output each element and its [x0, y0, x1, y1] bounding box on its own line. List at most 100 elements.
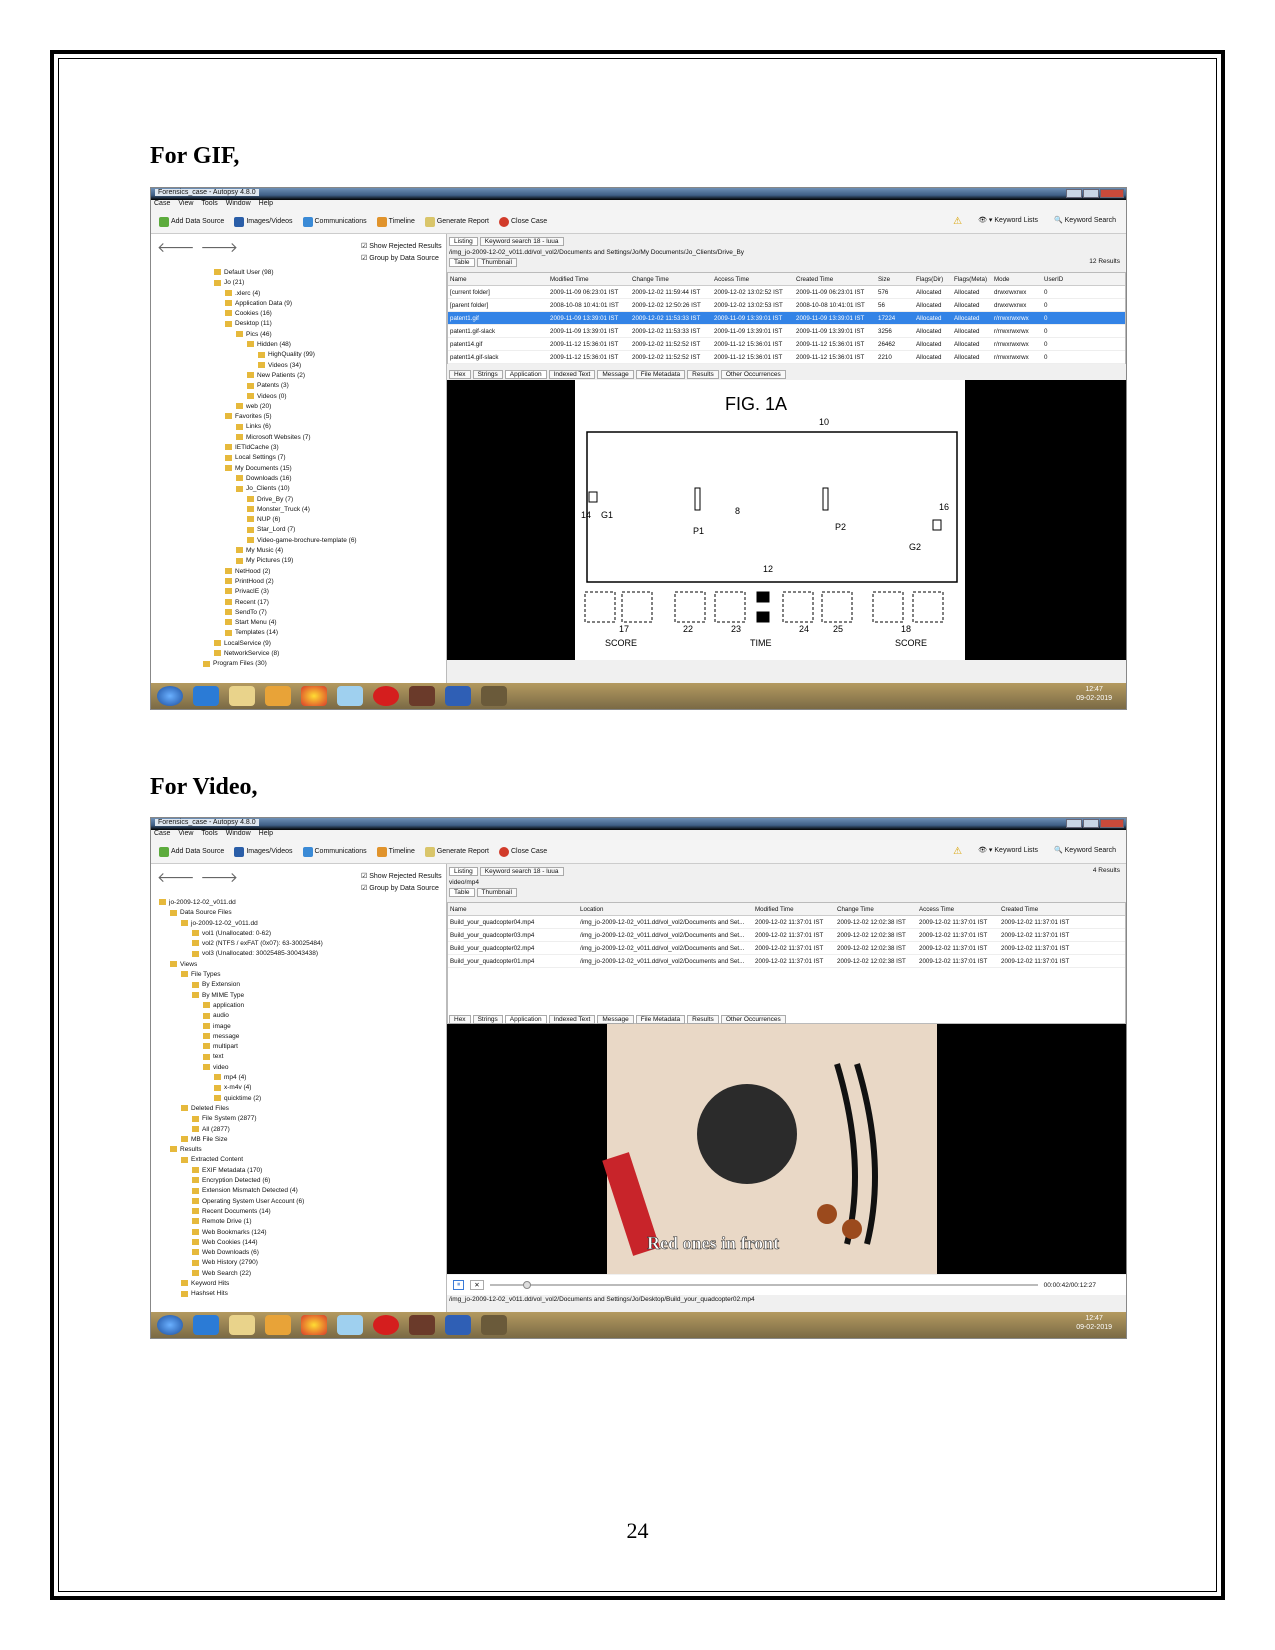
- table-row[interactable]: Build_your_quadcopter03.mp4/img_jo-2009-…: [448, 929, 1125, 942]
- app-icon[interactable]: [337, 686, 363, 706]
- close-case-button[interactable]: Close Case: [499, 216, 547, 227]
- column-header[interactable]: Size: [876, 276, 914, 283]
- tree-node[interactable]: Video-game-brochure-template (6): [151, 536, 447, 546]
- minimize-button[interactable]: [1066, 819, 1082, 828]
- tree-node[interactable]: Data Source Files: [151, 908, 447, 918]
- tree-node[interactable]: Recent (17): [151, 598, 447, 608]
- viewer-tab[interactable]: Strings: [472, 370, 503, 379]
- chrome-icon[interactable]: [301, 1315, 327, 1335]
- menu-view[interactable]: View: [178, 830, 193, 840]
- viewer-tab[interactable]: Hex: [449, 1015, 471, 1024]
- show-rejected-checkbox[interactable]: ☑ Show Rejected Results: [361, 242, 442, 250]
- tree-node[interactable]: application: [151, 1001, 447, 1011]
- close-case-button[interactable]: Close Case: [499, 846, 547, 857]
- tab-keyword-search[interactable]: Keyword search 18 - luua: [479, 237, 564, 246]
- column-header[interactable]: Mode: [992, 276, 1042, 283]
- tree-node[interactable]: audio: [151, 1011, 447, 1021]
- seek-handle[interactable]: [522, 1281, 531, 1289]
- viewer-tab[interactable]: Other Occurrences: [720, 1015, 786, 1024]
- tree-node[interactable]: Favorites (5): [151, 412, 447, 422]
- viewer-tab[interactable]: Strings: [472, 1015, 503, 1024]
- table-row[interactable]: patent1.gif 2009-11-09 13:39:01 IST 2009-1…: [448, 312, 1125, 325]
- tree-node[interactable]: vol1 (Unallocated: 0-62): [151, 929, 447, 939]
- tree-node[interactable]: My Documents (15): [151, 464, 447, 474]
- tree-node[interactable]: By MIME Type: [151, 991, 447, 1001]
- column-header[interactable]: Flags(Meta): [952, 276, 992, 283]
- pause-button[interactable]: ⏸: [453, 1280, 465, 1290]
- word-icon[interactable]: [445, 686, 471, 706]
- tree-node[interactable]: Local Settings (7): [151, 453, 447, 463]
- warning-icon[interactable]: ⚠: [953, 846, 962, 857]
- viewer-tab[interactable]: File Metadata: [635, 370, 686, 379]
- column-header[interactable]: Access Time: [917, 906, 999, 913]
- add-data-source-button[interactable]: Add Data Source: [159, 846, 224, 857]
- back-arrow-icon[interactable]: 🡐: [157, 239, 195, 256]
- maximize-button[interactable]: [1083, 819, 1099, 828]
- column-header[interactable]: UserID: [1042, 276, 1082, 283]
- tree-node[interactable]: Videos (0): [151, 392, 447, 402]
- tab-keyword-search[interactable]: Keyword search 18 - luua: [479, 867, 564, 876]
- tree-node[interactable]: Web Bookmarks (124): [151, 1228, 447, 1238]
- table-row[interactable]: patent1.gif-slack 2009-11-09 13:39:01 IST…: [448, 325, 1125, 338]
- tree-node[interactable]: web (20): [151, 402, 447, 412]
- word-icon[interactable]: [445, 1315, 471, 1335]
- menu-view[interactable]: View: [178, 200, 193, 210]
- tree-node[interactable]: Application Data (9): [151, 299, 447, 309]
- tree-node[interactable]: Keyword Hits: [151, 1279, 447, 1289]
- tree-node[interactable]: Templates (14): [151, 628, 447, 638]
- viewer-tab[interactable]: Application: [504, 370, 547, 379]
- autopsy-icon[interactable]: [481, 686, 507, 706]
- media-icon[interactable]: [265, 1315, 291, 1335]
- table-row[interactable]: patent14.gif 2009-11-12 15:36:01 IST 2009-…: [448, 338, 1125, 351]
- menu-tools[interactable]: Tools: [201, 200, 217, 210]
- tree-node[interactable]: Downloads (16): [151, 474, 447, 484]
- tab-table[interactable]: Table: [449, 888, 475, 897]
- stop-button[interactable]: ✕: [470, 1280, 484, 1290]
- forward-arrow-icon[interactable]: 🡒: [201, 869, 239, 886]
- start-button[interactable]: [157, 686, 183, 706]
- tree-node[interactable]: Monster_Truck (4): [151, 505, 447, 515]
- tree-node[interactable]: PrintHood (2): [151, 577, 447, 587]
- warning-icon[interactable]: ⚠: [953, 216, 962, 227]
- tab-thumbnail[interactable]: Thumbnail: [476, 888, 517, 897]
- spy-icon[interactable]: [409, 686, 435, 706]
- keyword-search-button[interactable]: 🔍 Keyword Search: [1054, 846, 1116, 857]
- show-rejected-checkbox[interactable]: ☑ Show Rejected Results: [361, 872, 442, 880]
- tree-node[interactable]: Extracted Content: [151, 1155, 447, 1165]
- menu-help[interactable]: Help: [259, 200, 273, 210]
- menu-case[interactable]: Case: [154, 830, 170, 840]
- tree-node[interactable]: Recent Documents (14): [151, 1207, 447, 1217]
- explorer-icon[interactable]: [229, 686, 255, 706]
- tree-node[interactable]: File Types: [151, 970, 447, 980]
- tab-listing[interactable]: Listing: [449, 867, 478, 876]
- tree-node[interactable]: message: [151, 1032, 447, 1042]
- viewer-tab[interactable]: Results: [687, 370, 719, 379]
- minimize-button[interactable]: [1066, 189, 1082, 198]
- tree-node[interactable]: jo-2009-12-02_v011.dd: [151, 919, 447, 929]
- tree-node[interactable]: Hashset Hits: [151, 1289, 447, 1299]
- images-videos-button[interactable]: Images/Videos: [234, 846, 293, 857]
- group-by-checkbox[interactable]: ☑ Group by Data Source: [361, 254, 439, 262]
- tree-node[interactable]: Pics (46): [151, 330, 447, 340]
- forward-arrow-icon[interactable]: 🡒: [201, 239, 239, 256]
- seek-slider[interactable]: [489, 1281, 1038, 1289]
- group-by-checkbox[interactable]: ☑ Group by Data Source: [361, 884, 439, 892]
- explorer-icon[interactable]: [229, 1315, 255, 1335]
- tree-node[interactable]: Views: [151, 960, 447, 970]
- spy-icon[interactable]: [409, 1315, 435, 1335]
- column-header[interactable]: Modified Time: [753, 906, 835, 913]
- tree-node[interactable]: EXIF Metadata (170): [151, 1166, 447, 1176]
- table-row[interactable]: Build_your_quadcopter02.mp4/img_jo-2009-…: [448, 942, 1125, 955]
- chrome-icon[interactable]: [301, 686, 327, 706]
- media-icon[interactable]: [265, 686, 291, 706]
- generate-report-button[interactable]: Generate Report: [424, 216, 489, 227]
- tree-node[interactable]: Remote Drive (1): [151, 1217, 447, 1227]
- menu-help[interactable]: Help: [259, 830, 273, 840]
- tree-node[interactable]: Program Files (30): [151, 659, 447, 669]
- column-header[interactable]: Location: [578, 906, 753, 913]
- viewer-tab[interactable]: File Metadata: [635, 1015, 686, 1024]
- tree-node[interactable]: vol2 (NTFS / exFAT (0x07): 63-30025484): [151, 939, 447, 949]
- tree-node[interactable]: Extension Mismatch Detected (4): [151, 1186, 447, 1196]
- close-button[interactable]: [1100, 819, 1124, 828]
- generate-report-button[interactable]: Generate Report: [424, 846, 489, 857]
